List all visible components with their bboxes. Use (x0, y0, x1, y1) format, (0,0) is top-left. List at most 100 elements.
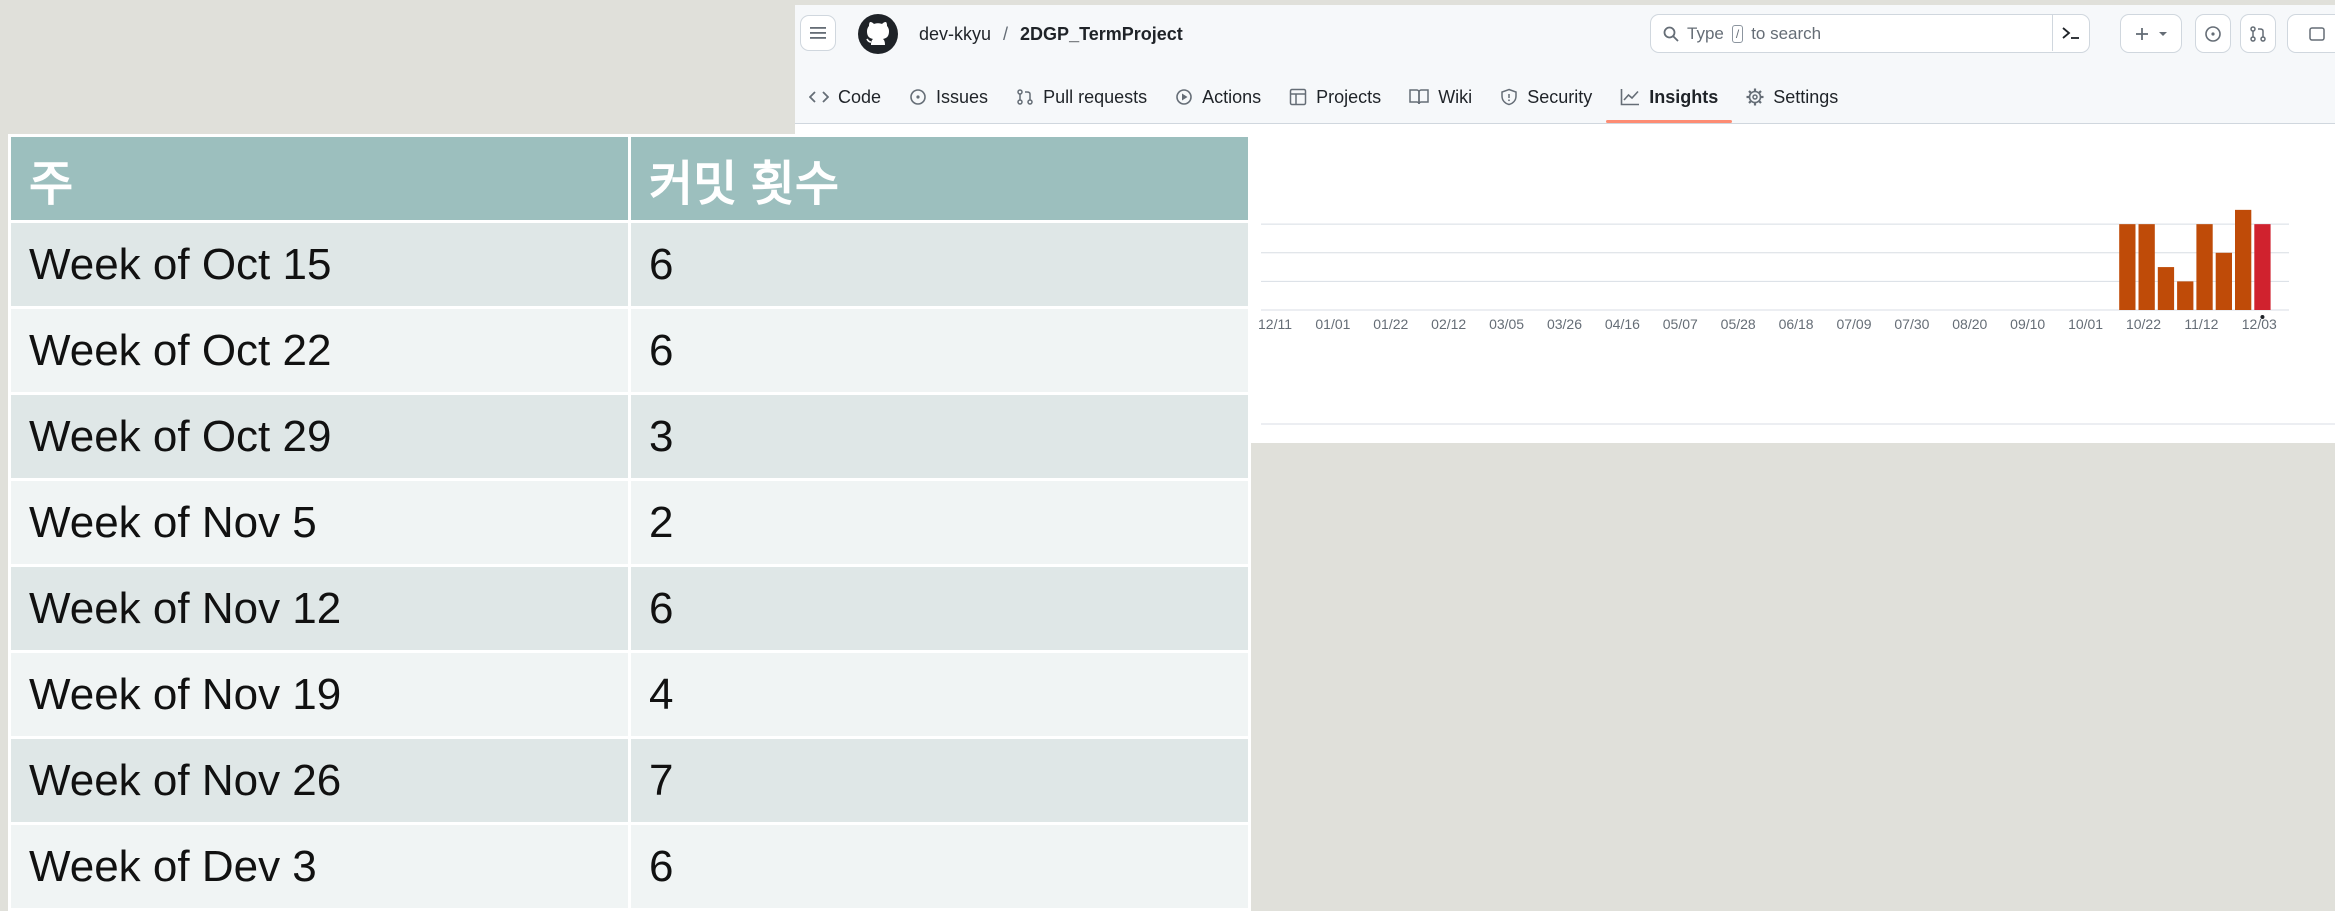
bar (2138, 224, 2155, 310)
issue-icon (910, 89, 926, 105)
tab-label: Projects (1316, 86, 1382, 107)
tab-label: Insights (1649, 86, 1719, 107)
repo-nav-tabs: Code Issues Pull requests Actions Projec… (795, 71, 1852, 123)
create-new-button[interactable] (2120, 14, 2182, 53)
table-icon (1289, 88, 1307, 106)
week-cell: Week of Dev 3 (8, 822, 631, 911)
tab-projects[interactable]: Projects (1275, 71, 1395, 123)
bar (2119, 224, 2136, 310)
owner-link[interactable]: dev-kkyu (919, 24, 991, 45)
count-cell: 3 (628, 392, 1251, 481)
x-tick-label: 06/18 (1779, 316, 1814, 332)
x-tick-label: 08/20 (1952, 316, 1987, 332)
breadcrumb: dev-kkyu / 2DGP_TermProject (919, 24, 1183, 45)
x-tick-label: 03/05 (1489, 316, 1524, 332)
bar (2157, 267, 2175, 310)
bar (2177, 281, 2194, 310)
x-tick-label: 01/01 (1315, 316, 1350, 332)
tab-code[interactable]: Code (795, 71, 895, 123)
play-icon (1176, 89, 1192, 105)
table-row: Week of Dev 3 6 (8, 822, 1251, 911)
count-cell: 4 (628, 650, 1251, 739)
commit-count-table: 주 커밋 횟수 Week of Oct 15 6 Week of Oct 22 … (8, 134, 1251, 911)
book-icon (1409, 89, 1429, 105)
tab-wiki[interactable]: Wiki (1395, 71, 1486, 123)
table-row: Week of Nov 5 2 (8, 478, 1251, 567)
column-header-week: 주 (8, 134, 631, 223)
x-tick-label: 10/01 (2068, 316, 2103, 332)
count-cell: 6 (628, 306, 1251, 395)
tab-label: Issues (936, 86, 989, 107)
column-header-commit-count: 커밋 횟수 (628, 134, 1251, 223)
issues-button[interactable] (2195, 14, 2231, 53)
table-row: Week of Oct 29 3 (8, 392, 1251, 481)
tab-pull-requests[interactable]: Pull requests (1002, 71, 1161, 123)
plus-icon (2136, 27, 2148, 40)
search-placeholder-pre: Type (1687, 23, 1724, 43)
bar (2215, 252, 2232, 310)
command-palette-button[interactable] (2052, 15, 2089, 51)
count-cell: 7 (628, 736, 1251, 825)
tab-settings[interactable]: Settings (1732, 71, 1852, 123)
search-icon (1663, 26, 1679, 42)
week-cell: Week of Oct 15 (8, 220, 631, 309)
count-cell: 6 (628, 564, 1251, 653)
pull-request-icon (2250, 25, 2266, 42)
x-tick-label: 07/09 (1836, 316, 1871, 332)
github-logo-icon[interactable] (858, 14, 898, 54)
x-tick-label: 05/28 (1721, 316, 1756, 332)
tab-label: Actions (1202, 86, 1262, 107)
github-header: dev-kkyu / 2DGP_TermProject Type / to se… (795, 5, 2335, 124)
week-cell: Week of Oct 22 (8, 306, 631, 395)
x-tick-label: 04/16 (1605, 316, 1640, 332)
tab-issues[interactable]: Issues (895, 71, 1002, 123)
week-cell: Week of Nov 19 (8, 650, 631, 739)
tab-label: Settings (1773, 86, 1839, 107)
count-cell: 2 (628, 478, 1251, 567)
x-tick-label: 11/12 (2184, 316, 2218, 332)
terminal-icon (2062, 27, 2079, 39)
tab-label: Wiki (1438, 86, 1473, 107)
x-tick-label: 07/30 (1894, 316, 1929, 332)
graph-icon (1620, 89, 1640, 106)
code-icon (809, 91, 829, 103)
search-input[interactable]: Type / to search (1650, 14, 2090, 53)
pull-requests-button[interactable] (2240, 14, 2276, 53)
table-row: Week of Oct 15 6 (8, 220, 1251, 309)
table-row: Week of Nov 12 6 (8, 564, 1251, 653)
table-row: Week of Oct 22 6 (8, 306, 1251, 395)
inbox-button[interactable] (2287, 14, 2335, 53)
x-tick-label: 02/12 (1431, 316, 1466, 332)
tab-insights[interactable]: Insights (1606, 71, 1733, 123)
tab-label: Pull requests (1043, 86, 1148, 107)
tab-label: Code (838, 86, 882, 107)
bar-current-week (2254, 224, 2271, 310)
x-tick-label: 12/03 (2242, 316, 2277, 332)
x-tick-label: 05/07 (1663, 316, 1698, 332)
bar (2196, 224, 2213, 310)
x-tick-label: 09/10 (2010, 316, 2045, 332)
search-key-hint: / (1731, 24, 1744, 43)
x-tick-label: 01/22 (1373, 316, 1408, 332)
week-cell: Week of Nov 5 (8, 478, 631, 567)
tab-security[interactable]: Security (1486, 71, 1606, 123)
shield-icon (1501, 88, 1517, 106)
gear-icon (1746, 88, 1764, 106)
tab-actions[interactable]: Actions (1161, 71, 1275, 123)
count-cell: 6 (628, 822, 1251, 911)
tab-label: Security (1527, 86, 1593, 107)
breadcrumb-separator: / (1003, 24, 1009, 44)
current-week-marker (2260, 315, 2265, 319)
repo-link[interactable]: 2DGP_TermProject (1020, 24, 1183, 45)
caret-down-icon (2159, 31, 2167, 36)
hamburger-icon (810, 27, 826, 39)
inbox-icon (2309, 26, 2325, 41)
x-tick-label: 12/11 (1258, 316, 1292, 332)
x-tick-label: 10/22 (2126, 316, 2161, 332)
week-cell: Week of Nov 26 (8, 736, 631, 825)
bar (2235, 209, 2252, 310)
table-row: Week of Nov 19 4 (8, 650, 1251, 739)
issue-opened-icon (2205, 25, 2221, 42)
menu-button[interactable] (800, 15, 836, 51)
table-header-row: 주 커밋 횟수 (8, 134, 1251, 223)
